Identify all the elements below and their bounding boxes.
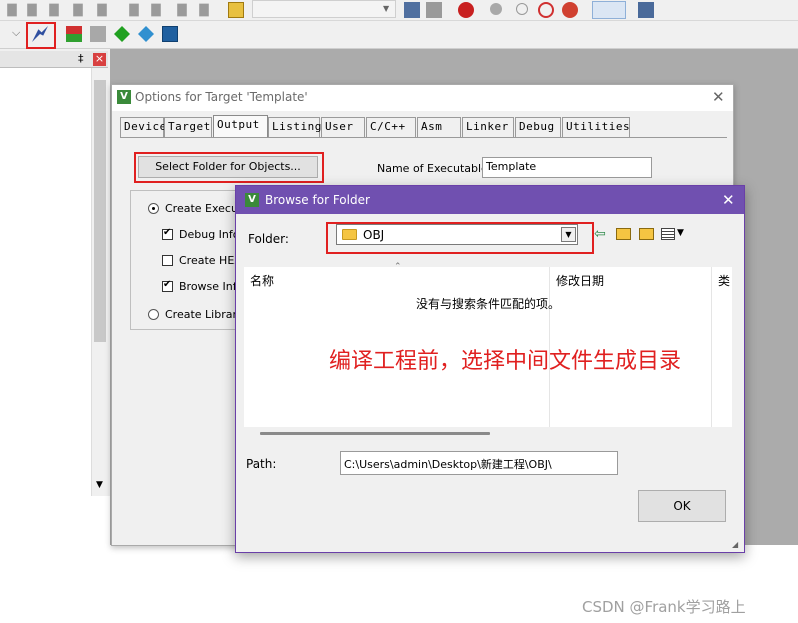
breakpoint-disable-all-icon[interactable]: [538, 2, 554, 18]
name-of-executable-field[interactable]: Template: [482, 157, 652, 178]
new-folder-icon[interactable]: [639, 228, 654, 240]
browse-for-folder-dialog: V Browse for Folder ✕ Folder: OBJ ▼ ⇦ ▼ …: [235, 185, 745, 553]
ok-button[interactable]: OK: [638, 490, 726, 522]
close-icon[interactable]: ✕: [722, 191, 735, 209]
tab-utilities[interactable]: Utilities: [562, 117, 630, 137]
browse-info-checkbox[interactable]: ✔: [162, 279, 173, 292]
debug-session-icon[interactable]: [458, 2, 474, 18]
column-name[interactable]: 名称: [250, 272, 274, 289]
highlight-folder-combo: [326, 222, 594, 254]
unindent-icon[interactable]: [151, 3, 161, 17]
folder-listview[interactable]: ⌃ 名称 修改日期 类 没有与搜索条件匹配的项。 编译工程前，选择中间文件生成目…: [244, 262, 732, 427]
uncomment-icon[interactable]: [199, 3, 209, 17]
empty-message: 没有与搜索条件匹配的项。: [416, 297, 561, 311]
create-library-radio[interactable]: [148, 309, 159, 320]
tab-user[interactable]: User: [321, 117, 365, 137]
debug-info-checkbox[interactable]: ✔: [162, 227, 173, 240]
back-arrow-icon[interactable]: ⇦: [594, 226, 606, 242]
bookmark-prev-icon[interactable]: [7, 3, 17, 17]
bookmark-all-icon[interactable]: [97, 3, 107, 17]
manage-runtime-icon[interactable]: [114, 26, 130, 42]
configure-icon[interactable]: [638, 2, 654, 18]
find-combo[interactable]: ▼: [252, 0, 396, 18]
manage-project-items-icon[interactable]: [66, 26, 82, 42]
horizontal-scrollbar[interactable]: [260, 432, 490, 435]
breakpoint-kill-all-icon[interactable]: [562, 2, 578, 18]
highlight-select-folder: [134, 152, 324, 183]
create-hex-checkbox[interactable]: [162, 255, 173, 266]
radio-dot: [152, 207, 155, 210]
column-divider: [711, 267, 712, 427]
tab-listing[interactable]: Listing: [268, 117, 321, 137]
tab-output[interactable]: Output: [213, 115, 268, 137]
vertical-scrollbar[interactable]: ▼: [91, 68, 108, 496]
toolbar-top: ▼: [0, 0, 798, 21]
keil-logo-icon: V: [245, 193, 259, 207]
tab-debug[interactable]: Debug: [515, 117, 561, 137]
folder-label: Folder:: [248, 232, 289, 246]
project-tree[interactable]: [0, 68, 92, 496]
sort-ascending-icon: ⌃: [394, 262, 402, 272]
select-packs-icon[interactable]: [138, 26, 154, 42]
column-type[interactable]: 类: [718, 272, 730, 289]
copy-icon[interactable]: [90, 26, 106, 42]
pack-installer-icon[interactable]: [162, 26, 178, 42]
scrollbar-thumb[interactable]: [94, 80, 106, 342]
create-executable-radio[interactable]: [148, 203, 159, 214]
open-folder-icon[interactable]: [228, 2, 244, 18]
bookmark-icon[interactable]: [27, 3, 37, 17]
view-menu-icon[interactable]: [661, 228, 675, 240]
breakpoint-disable-icon[interactable]: [516, 3, 528, 15]
chevron-down-icon[interactable]: ▼: [677, 228, 684, 238]
chevron-down-icon: ▼: [383, 4, 390, 13]
keil-logo-icon: V: [117, 90, 131, 104]
comment-icon[interactable]: [177, 3, 187, 17]
find-in-files-icon[interactable]: [404, 2, 420, 18]
path-label: Path:: [246, 457, 277, 471]
close-icon[interactable]: ✕: [712, 88, 725, 106]
browse-info-label: Browse Info: [179, 280, 244, 293]
options-titlebar: V Options for Target 'Template' ✕: [112, 85, 733, 111]
checkmark-icon: ✔: [163, 227, 172, 238]
bookmark-clear-icon[interactable]: [73, 3, 83, 17]
name-of-executable-label: Name of Executable:: [377, 162, 492, 175]
bookmark-next-icon[interactable]: [49, 3, 59, 17]
pane-bottom: [0, 496, 110, 623]
resize-grip-icon[interactable]: ◢: [732, 540, 738, 549]
browse-titlebar: V Browse for Folder ✕: [236, 186, 744, 214]
close-icon[interactable]: ×: [93, 53, 106, 66]
create-hex-label: Create HEX: [179, 254, 242, 267]
annotation-text: 编译工程前，选择中间文件生成目录: [329, 349, 682, 374]
indent-icon[interactable]: [129, 3, 139, 17]
toolbar-build: ⌵: [0, 21, 798, 49]
window-layout-icon[interactable]: [592, 1, 626, 19]
options-title: Options for Target 'Template': [135, 90, 308, 104]
tab-linker[interactable]: Linker: [462, 117, 514, 137]
browse-title: Browse for Folder: [265, 193, 370, 207]
scroll-down-icon[interactable]: ▼: [96, 480, 103, 490]
tab-target[interactable]: Target: [164, 117, 212, 137]
tab-cc[interactable]: C/C++: [366, 117, 416, 137]
checkmark-icon: ✔: [163, 279, 172, 290]
path-field[interactable]: C:\Users\admin\Desktop\新建工程\OBJ\: [340, 451, 618, 475]
column-modified-date[interactable]: 修改日期: [556, 272, 604, 289]
chevron-down-icon[interactable]: ⌵: [12, 26, 20, 40]
tab-asm[interactable]: Asm: [417, 117, 461, 137]
project-pane-header: ‡ ×: [0, 51, 108, 68]
tab-device[interactable]: Device: [120, 117, 166, 137]
highlight-options-button: [26, 22, 56, 49]
pin-icon[interactable]: ‡: [78, 52, 84, 65]
breakpoint-icon[interactable]: [490, 3, 502, 15]
up-folder-icon[interactable]: [616, 228, 631, 240]
incremental-find-icon[interactable]: [426, 2, 442, 18]
watermark: CSDN @Frank学习路上: [582, 598, 746, 616]
